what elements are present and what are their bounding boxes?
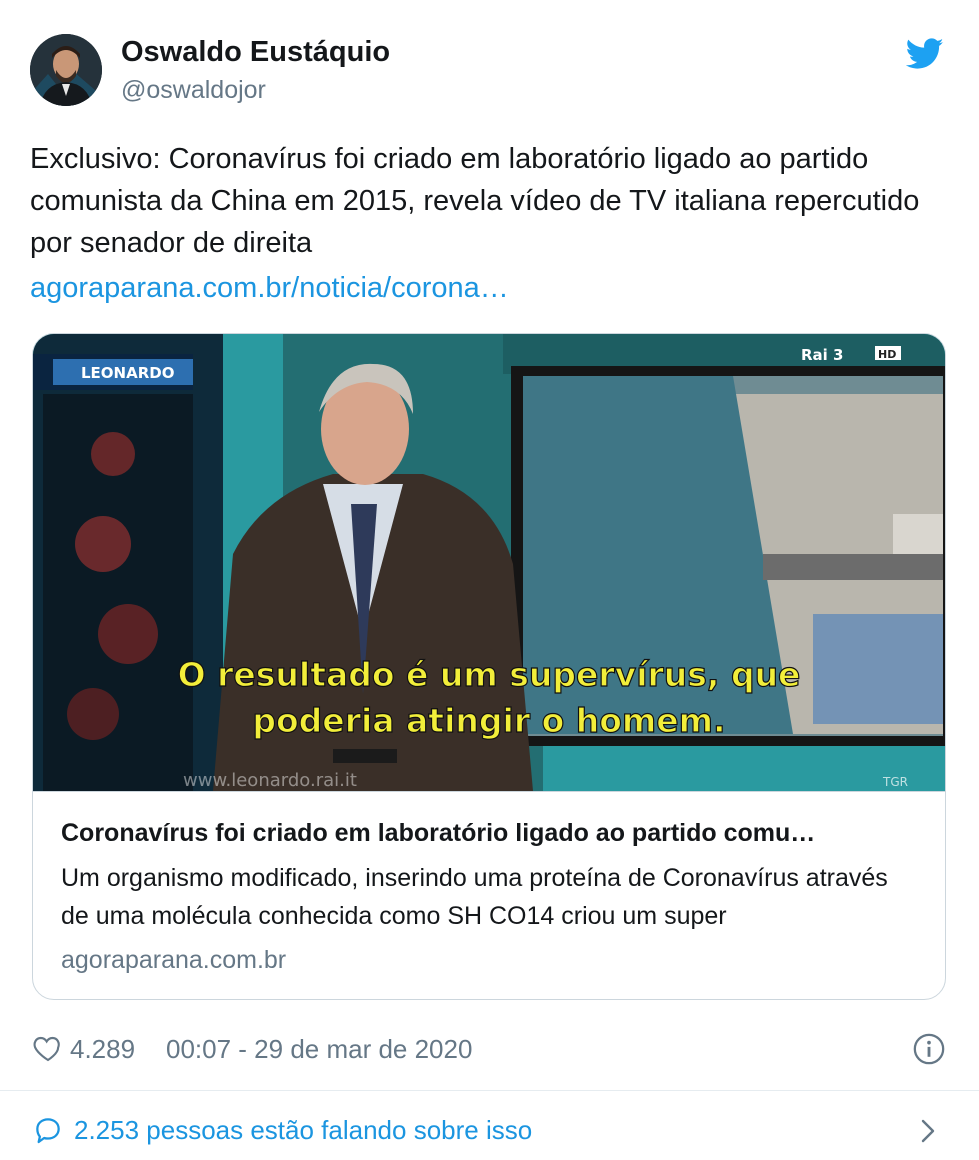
conversation-link[interactable]: 2.253 pessoas estão falando sobre isso: [32, 1110, 947, 1150]
video-subtitle-line2: poderia atingir o homem.: [252, 701, 725, 740]
video-watermark: www.leonardo.rai.it: [183, 770, 357, 791]
tweet-text: Exclusivo: Coronavírus foi criado em lab…: [30, 143, 920, 259]
tweet-link[interactable]: agoraparana.com.br/noticia/corona…: [30, 272, 509, 305]
hd-badge: HD: [878, 348, 896, 361]
heart-icon[interactable]: [32, 1032, 64, 1064]
channel-logo-left: LEONARDO: [81, 364, 174, 382]
avatar[interactable]: [30, 34, 102, 106]
link-preview-card[interactable]: LEONARDO Rai 3 HD O resultado é um super…: [32, 333, 946, 1000]
card-title: Coronavírus foi criado em laboratório li…: [61, 819, 816, 847]
author-name[interactable]: Oswaldo Eustáquio: [121, 36, 390, 69]
card-image: LEONARDO Rai 3 HD O resultado é um super…: [33, 334, 945, 791]
conversation-count: 2.253 pessoas estão falando sobre isso: [74, 1115, 533, 1145]
tweet-meta-row: 4.289 00:07 - 29 de mar de 2020: [32, 1030, 947, 1070]
info-icon[interactable]: [912, 1032, 946, 1066]
card-domain: agoraparana.com.br: [61, 946, 287, 974]
avatar-photo: [30, 34, 102, 106]
divider: [0, 1090, 979, 1091]
video-corner-tag: TGR: [882, 775, 908, 789]
tweet-timestamp[interactable]: 00:07 - 29 de mar de 2020: [166, 1034, 472, 1065]
speech-bubble-icon: [32, 1114, 64, 1146]
card-divider: [33, 791, 945, 792]
twitter-bird-icon[interactable]: [905, 38, 944, 70]
channel-logo-right: Rai 3: [801, 346, 843, 364]
chevron-right-icon: [916, 1116, 940, 1146]
author-handle[interactable]: @oswaldojor: [121, 76, 266, 105]
video-subtitle-line1: O resultado é um supervírus, que: [178, 655, 801, 694]
card-description: Um organismo modificado, inserindo uma p…: [61, 864, 888, 930]
video-still: LEONARDO Rai 3 HD O resultado é um super…: [33, 334, 945, 791]
like-count[interactable]: 4.289: [70, 1034, 135, 1065]
